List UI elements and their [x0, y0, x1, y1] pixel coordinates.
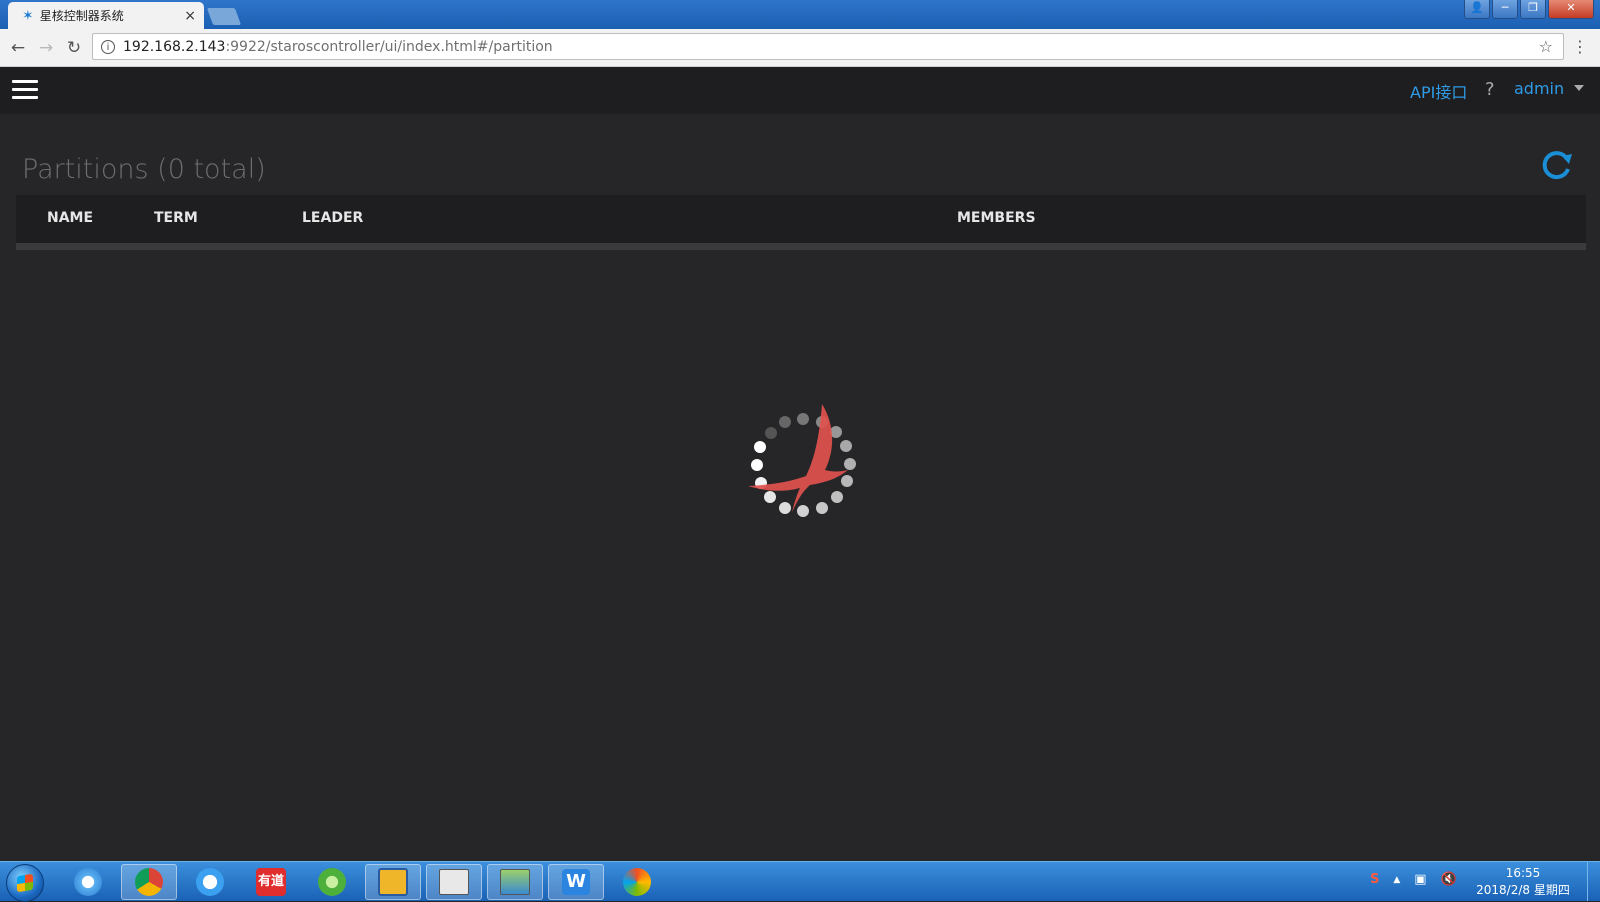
- site-info-icon[interactable]: i: [101, 39, 115, 54]
- column-header-leader[interactable]: LEADER: [302, 210, 363, 226]
- taskbar-folder-icon[interactable]: [365, 864, 421, 900]
- column-header-members[interactable]: MEMBERS: [957, 210, 1036, 226]
- taskbar-youdao-icon[interactable]: 有道: [243, 864, 299, 900]
- sogou-ime-icon[interactable]: S: [1370, 872, 1379, 887]
- taskbar-wps-icon[interactable]: W: [548, 864, 604, 900]
- spinner-dots: [751, 413, 856, 517]
- volume-muted-icon[interactable]: 🔇: [1441, 872, 1457, 887]
- show-hidden-icons-icon[interactable]: ▲: [1393, 875, 1400, 885]
- taskbar-paint-icon[interactable]: [609, 864, 665, 900]
- user-profile-button[interactable]: 👤: [1464, 0, 1490, 19]
- star-favicon-icon: ✶: [22, 7, 34, 24]
- browser-tab[interactable]: ✶ 星核控制器系统 ×: [8, 2, 204, 29]
- taskbar-sync-icon[interactable]: [304, 864, 360, 900]
- window-controls: 👤 ─ ❐ ✕: [1464, 0, 1594, 19]
- address-bar[interactable]: i 192.168.2.143:9922/staroscontroller/ui…: [92, 33, 1564, 60]
- reload-icon[interactable]: ↻: [60, 38, 88, 58]
- refresh-icon[interactable]: [1540, 148, 1574, 182]
- ie-icon: [74, 868, 102, 896]
- terminal-app-icon: [439, 869, 469, 895]
- new-tab-button[interactable]: [206, 8, 242, 25]
- chrome-icon: [135, 868, 163, 896]
- taskbar-chrome-icon[interactable]: [121, 864, 177, 900]
- column-header-term[interactable]: TERM: [154, 210, 198, 226]
- tab-close-icon[interactable]: ×: [184, 8, 196, 24]
- url-host: 192.168.2.143: [123, 38, 226, 55]
- browser-titlebar: ✶ 星核控制器系统 × 👤 ─ ❐ ✕: [0, 0, 1600, 29]
- folder-app-icon: [378, 868, 408, 896]
- hamburger-menu-icon[interactable]: [12, 80, 38, 100]
- refresh-app-icon: [318, 868, 346, 896]
- close-window-button[interactable]: ✕: [1548, 0, 1594, 19]
- taskbar-terminal-icon[interactable]: [426, 864, 482, 900]
- system-tray: S ▲ ▣ 🔇: [1370, 872, 1457, 887]
- maximize-button[interactable]: ❐: [1520, 0, 1546, 19]
- youdao-icon: 有道: [256, 868, 286, 896]
- start-button[interactable]: [6, 864, 44, 902]
- user-menu[interactable]: admin: [1514, 79, 1564, 98]
- tab-title: 星核控制器系统: [39, 9, 124, 23]
- forward-icon[interactable]: →: [32, 38, 60, 58]
- show-desktop-button[interactable]: [1587, 862, 1600, 901]
- url-path: :9922/staroscontroller/ui/index.html#/pa…: [225, 38, 553, 55]
- clock-time: 16:55: [1505, 866, 1541, 880]
- column-header-name[interactable]: NAME: [47, 210, 93, 226]
- photo-app-icon: [500, 869, 530, 895]
- wps-icon: W: [562, 869, 590, 895]
- app-navbar: API接口 ? admin: [0, 67, 1600, 114]
- taskbar-ie-icon[interactable]: [60, 864, 116, 900]
- taskbar-clock[interactable]: 16:55 2018/2/8 星期四: [1468, 865, 1578, 899]
- back-icon[interactable]: ←: [4, 38, 32, 58]
- page-title: Partitions (0 total): [22, 154, 266, 185]
- browser-menu-icon[interactable]: ⋮: [1572, 37, 1588, 56]
- taskbar-photo-icon[interactable]: [487, 864, 543, 900]
- paint-icon: [623, 868, 651, 896]
- edge-icon: [196, 868, 224, 896]
- windows-taskbar: 有道 W S ▲ ▣ 🔇 16:55 2018/2/8 星期四: [0, 861, 1600, 902]
- browser-toolbar: ← → ↻ i 192.168.2.143:9922/staroscontrol…: [0, 29, 1600, 67]
- minimize-button[interactable]: ─: [1492, 0, 1518, 19]
- bookmark-star-icon[interactable]: ☆: [1539, 37, 1553, 56]
- chevron-down-icon[interactable]: [1574, 85, 1584, 91]
- api-link[interactable]: API接口: [1410, 79, 1467, 103]
- loading-spinner-icon: [748, 404, 856, 517]
- network-icon[interactable]: ▣: [1414, 872, 1426, 887]
- partitions-table-header: NAME TERM LEADER MEMBERS: [16, 195, 1586, 250]
- clock-date: 2018/2/8 星期四: [1476, 883, 1570, 897]
- help-icon[interactable]: ?: [1485, 79, 1495, 100]
- taskbar-edge-icon[interactable]: [182, 864, 238, 900]
